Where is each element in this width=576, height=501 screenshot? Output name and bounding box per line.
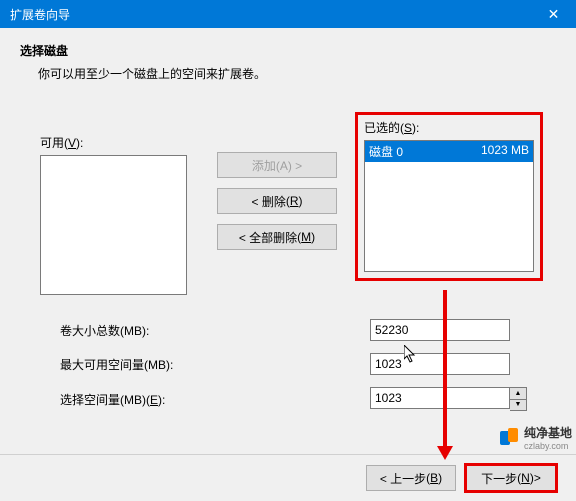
total-size-row: 卷大小总数(MB): — [60, 319, 556, 341]
max-space-label: 最大可用空间量(MB): — [60, 356, 370, 373]
total-size-label: 卷大小总数(MB): — [60, 322, 370, 339]
disk-name: 磁盘 0 — [369, 143, 403, 160]
wizard-footer: < 上一步(B) 下一步(N) > — [0, 454, 576, 501]
select-space-row: 选择空间量(MB)(E): ▲ ▼ — [60, 387, 556, 411]
max-space-value — [370, 353, 510, 375]
close-button[interactable]: ✕ — [531, 0, 576, 28]
selected-highlight-box: 已选的(S): 磁盘 0 1023 MB — [355, 112, 543, 281]
remove-button[interactable]: < 删除(R) — [217, 188, 337, 214]
select-space-spinner: ▲ ▼ — [370, 387, 527, 411]
selected-listbox[interactable]: 磁盘 0 1023 MB — [364, 140, 534, 272]
close-icon: ✕ — [548, 6, 560, 23]
watermark: 纯净基地 czlaby.com — [500, 424, 572, 451]
selected-column: 已选的(S): 磁盘 0 1023 MB — [355, 134, 543, 281]
back-button[interactable]: < 上一步(B) — [366, 465, 456, 491]
remove-all-button[interactable]: < 全部删除(M) — [217, 224, 337, 250]
select-space-label: 选择空间量(MB)(E): — [60, 391, 370, 408]
titlebar: 扩展卷向导 ✕ — [0, 0, 576, 28]
window-title: 扩展卷向导 — [10, 6, 70, 23]
size-fields: 卷大小总数(MB): 最大可用空间量(MB): 选择空间量(MB)(E): ▲ … — [60, 319, 556, 411]
spin-down-button[interactable]: ▼ — [510, 400, 526, 411]
disk-size: 1023 MB — [481, 143, 529, 160]
next-button[interactable]: 下一步(N) > — [464, 463, 558, 493]
select-space-input[interactable] — [370, 387, 510, 409]
page-heading: 选择磁盘 — [20, 42, 556, 59]
wizard-body: 选择磁盘 你可以用至少一个磁盘上的空间来扩展卷。 可用(V): 添加(A) > … — [0, 28, 576, 411]
spinner-buttons: ▲ ▼ — [510, 387, 527, 411]
available-label: 可用(V): — [40, 134, 187, 151]
list-item[interactable]: 磁盘 0 1023 MB — [365, 141, 533, 162]
selected-label: 已选的(S): — [364, 119, 534, 136]
spin-up-button[interactable]: ▲ — [510, 388, 526, 400]
disk-selection-row: 可用(V): 添加(A) > < 删除(R) < 全部删除(M) 已选的(S): — [20, 134, 556, 295]
available-listbox[interactable] — [40, 155, 187, 295]
wizard-window: 扩展卷向导 ✕ 选择磁盘 你可以用至少一个磁盘上的空间来扩展卷。 可用(V): … — [0, 0, 576, 501]
max-space-row: 最大可用空间量(MB): — [60, 353, 556, 375]
transfer-buttons: 添加(A) > < 删除(R) < 全部删除(M) — [217, 152, 337, 250]
page-subheading: 你可以用至少一个磁盘上的空间来扩展卷。 — [38, 65, 556, 82]
total-size-value — [370, 319, 510, 341]
watermark-brand: 纯净基地 — [524, 426, 572, 440]
add-button[interactable]: 添加(A) > — [217, 152, 337, 178]
watermark-url: czlaby.com — [524, 441, 572, 451]
available-column: 可用(V): — [40, 134, 187, 295]
watermark-logo-icon — [500, 428, 520, 448]
